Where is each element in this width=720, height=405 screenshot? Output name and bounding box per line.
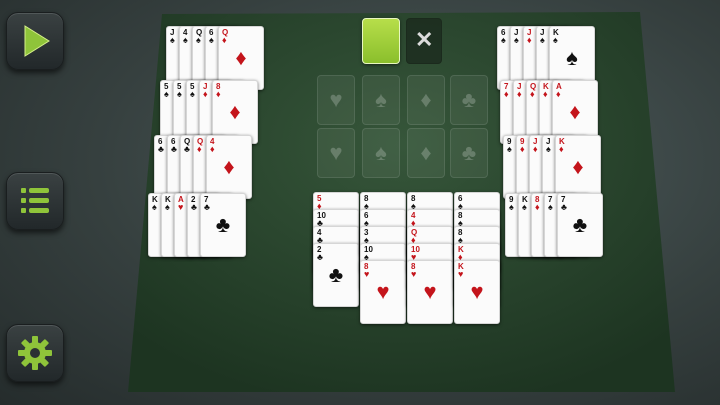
card-suit-icon: ♣: [171, 144, 177, 154]
card-center-suit-icon: ♥: [376, 279, 390, 304]
card-center-suit-icon: ♦: [229, 99, 241, 124]
card-suit-icon: ♠: [196, 35, 201, 45]
card-center-suit-icon: ♦: [223, 154, 235, 179]
card-center-suit-icon: ♣: [328, 262, 344, 287]
playing-card[interactable]: 8 ♥ ♥: [407, 260, 453, 324]
card-suit-icon: ♠: [165, 202, 170, 212]
card-suit-icon: ♦: [520, 144, 525, 154]
card-suit-icon: ♦: [556, 89, 561, 99]
foundation-slot[interactable]: ♦: [407, 75, 445, 125]
card-suit-icon: ♠: [509, 202, 514, 212]
card-suit-icon: ♦: [210, 144, 215, 154]
card-suit-icon: ♦: [530, 89, 535, 99]
slot-suit-icon: ♥: [329, 140, 343, 165]
slot-suit-icon: ♣: [461, 140, 477, 165]
playing-card[interactable]: 7 ♣ ♣: [557, 193, 603, 257]
card-suit-icon: ♠: [514, 35, 519, 45]
card-suit-icon: ♠: [170, 35, 175, 45]
card-suit-icon: ♥: [411, 269, 417, 279]
playing-card[interactable]: 8 ♥ ♥: [360, 260, 406, 324]
slot-suit-icon: ♠: [375, 140, 387, 165]
card-suit-icon: ♠: [209, 35, 214, 45]
card-suit-icon: ♦: [533, 144, 538, 154]
card-suit-icon: ♠: [507, 144, 512, 154]
foundation-slot[interactable]: ♥: [317, 128, 355, 178]
card-center-suit-icon: ♦: [572, 154, 584, 179]
card-suit-icon: ♠: [540, 35, 545, 45]
card-suit-icon: ♠: [177, 89, 182, 99]
card-center-suit-icon: ♣: [572, 212, 588, 237]
slot-suit-icon: ♦: [420, 87, 432, 112]
card-suit-icon: ♠: [546, 144, 551, 154]
card-suit-icon: ♣: [184, 144, 190, 154]
card-suit-icon: ♦: [197, 144, 202, 154]
card-suit-icon: ♠: [190, 89, 195, 99]
card-center-suit-icon: ♠: [566, 45, 578, 70]
card-suit-icon: ♠: [522, 202, 527, 212]
foundation-slot[interactable]: ♣: [450, 75, 488, 125]
card-suit-icon: ♠: [548, 202, 553, 212]
card-suit-icon: ♣: [158, 144, 164, 154]
card-suit-icon: ♦: [543, 89, 548, 99]
card-suit-icon: ♦: [216, 89, 221, 99]
card-suit-icon: ♣: [191, 202, 197, 212]
card-suit-icon: ♥: [178, 202, 184, 212]
card-suit-icon: ♦: [222, 35, 227, 45]
playing-card[interactable]: 2♣♣: [313, 243, 359, 307]
card-suit-icon: ♠: [553, 35, 558, 45]
playing-card[interactable]: 4♦♦: [206, 135, 252, 199]
card-suit-icon: ♣: [204, 202, 210, 212]
slot-suit-icon: ♦: [420, 140, 432, 165]
playing-card[interactable]: K ♥ ♥: [454, 260, 500, 324]
card-suit-icon: ♦: [517, 89, 522, 99]
card-center-suit-icon: ♥: [470, 279, 484, 304]
card-suit-icon: ♠: [183, 35, 188, 45]
slot-suit-icon: ♠: [375, 87, 387, 112]
foundation-slot[interactable]: ♥: [317, 75, 355, 125]
foundation-slot[interactable]: ♦: [407, 128, 445, 178]
card-suit-icon: ♣: [317, 252, 323, 262]
foundation-slot[interactable]: ♣: [450, 128, 488, 178]
card-suit-icon: ♥: [364, 269, 370, 279]
slot-suit-icon: ♥: [329, 87, 343, 112]
card-suit-icon: ♦: [504, 89, 509, 99]
card-suit-icon: ♦: [527, 35, 532, 45]
card-suit-icon: ♦: [559, 144, 564, 154]
card-suit-icon: ♥: [458, 269, 464, 279]
card-suit-icon: ♦: [535, 202, 540, 212]
card-center-suit-icon: ♣: [215, 212, 231, 237]
card-suit-icon: ♠: [501, 35, 506, 45]
card-suit-icon: ♠: [164, 89, 169, 99]
card-center-suit-icon: ♦: [569, 99, 581, 124]
playing-card[interactable]: 7 ♣ ♣: [200, 193, 246, 257]
card-suit-icon: ♦: [203, 89, 208, 99]
playing-card[interactable]: K♦♦: [555, 135, 601, 199]
foundation-slot[interactable]: ♠: [362, 128, 400, 178]
foundation-slot[interactable]: ♠: [362, 75, 400, 125]
card-center-suit-icon: ♥: [423, 279, 437, 304]
slot-suit-icon: ♣: [461, 87, 477, 112]
card-center-suit-icon: ♦: [235, 45, 247, 70]
card-suit-icon: ♠: [152, 202, 157, 212]
card-suit-icon: ♣: [561, 202, 567, 212]
